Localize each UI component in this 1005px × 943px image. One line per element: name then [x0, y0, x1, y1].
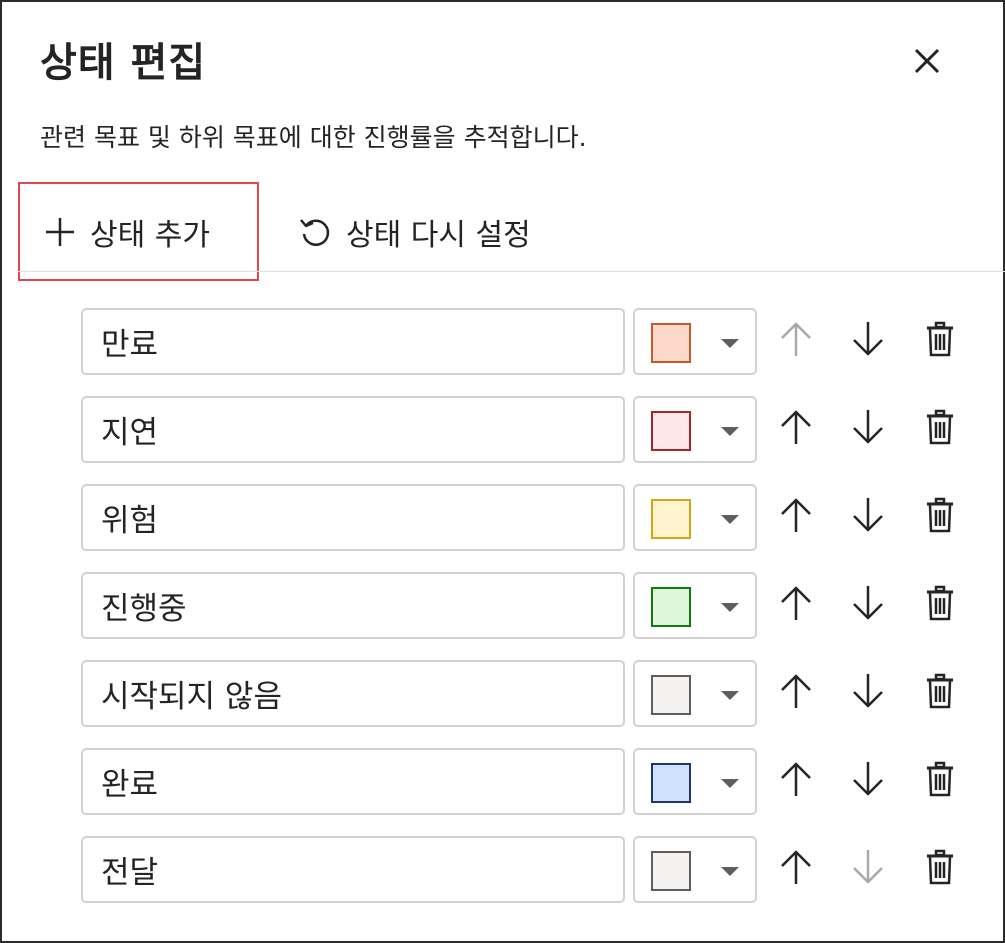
move-up-button[interactable] [773, 406, 819, 452]
color-swatch [651, 675, 691, 715]
status-color-picker[interactable] [633, 660, 757, 727]
arrow-down-icon [851, 672, 885, 714]
status-row [81, 396, 961, 463]
status-name-input[interactable] [81, 660, 625, 727]
move-up-button[interactable] [773, 582, 819, 628]
arrow-up-icon [779, 672, 813, 714]
chevron-down-icon [721, 691, 739, 700]
arrow-down-icon [851, 848, 885, 890]
trash-icon [926, 321, 954, 361]
add-status-button[interactable]: 상태 추가 [18, 182, 259, 281]
delete-status-button[interactable] [917, 406, 963, 452]
status-color-picker[interactable] [633, 484, 757, 551]
edit-status-dialog: 상태 편집 관련 목표 및 하위 목표에 대한 진행률을 추적합니다. 상태 추… [0, 0, 1005, 943]
move-up-button[interactable] [773, 846, 819, 892]
chevron-down-icon [721, 603, 739, 612]
chevron-down-icon [721, 779, 739, 788]
chevron-down-icon [721, 427, 739, 436]
color-swatch [651, 851, 691, 891]
move-down-button[interactable] [845, 406, 891, 452]
arrow-up-icon [779, 760, 813, 802]
color-swatch [651, 323, 691, 363]
delete-status-button[interactable] [917, 318, 963, 364]
dialog-subtitle: 관련 목표 및 하위 목표에 대한 진행률을 추적합니다. [40, 123, 587, 152]
status-color-picker[interactable] [633, 396, 757, 463]
color-swatch [651, 763, 691, 803]
trash-icon [926, 761, 954, 801]
status-name-input[interactable] [81, 484, 625, 551]
trash-icon [926, 849, 954, 889]
move-down-button[interactable] [845, 582, 891, 628]
move-up-button[interactable] [773, 670, 819, 716]
color-swatch [651, 587, 691, 627]
status-row [81, 836, 961, 903]
plus-icon [46, 217, 74, 246]
status-name-input[interactable] [81, 308, 625, 375]
delete-status-button[interactable] [917, 494, 963, 540]
move-up-button[interactable] [773, 494, 819, 540]
move-down-button[interactable] [845, 758, 891, 804]
move-down-button[interactable] [845, 318, 891, 364]
chevron-down-icon [721, 339, 739, 348]
status-name-input[interactable] [81, 748, 625, 815]
add-status-label: 상태 추가 [90, 217, 210, 253]
chevron-down-icon [721, 867, 739, 876]
delete-status-button[interactable] [917, 846, 963, 892]
arrow-up-icon [779, 584, 813, 626]
color-swatch [651, 499, 691, 539]
arrow-up-icon [779, 496, 813, 538]
arrow-up-icon [779, 408, 813, 450]
arrow-up-icon [779, 848, 813, 890]
delete-status-button[interactable] [917, 758, 963, 804]
status-color-picker[interactable] [633, 836, 757, 903]
move-down-button[interactable] [845, 670, 891, 716]
color-swatch [651, 411, 691, 451]
status-row [81, 660, 961, 727]
move-down-button[interactable] [845, 494, 891, 540]
status-row [81, 748, 961, 815]
status-row [81, 308, 961, 375]
delete-status-button[interactable] [917, 582, 963, 628]
arrow-down-icon [851, 320, 885, 362]
chevron-down-icon [721, 515, 739, 524]
status-row [81, 572, 961, 639]
arrow-down-icon [851, 496, 885, 538]
arrow-down-icon [851, 760, 885, 802]
trash-icon [926, 673, 954, 713]
status-color-picker[interactable] [633, 748, 757, 815]
status-row [81, 484, 961, 551]
delete-status-button[interactable] [917, 670, 963, 716]
status-name-input[interactable] [81, 396, 625, 463]
status-color-picker[interactable] [633, 572, 757, 639]
reset-status-button[interactable]: 상태 다시 설정 [298, 182, 531, 281]
trash-icon [926, 497, 954, 537]
arrow-down-icon [851, 408, 885, 450]
arrow-up-icon [779, 320, 813, 362]
status-color-picker[interactable] [633, 308, 757, 375]
close-button[interactable] [906, 40, 948, 82]
reset-status-label: 상태 다시 설정 [346, 217, 531, 253]
status-name-input[interactable] [81, 572, 625, 639]
status-name-input[interactable] [81, 836, 625, 903]
move-down-button[interactable] [845, 846, 891, 892]
dialog-title: 상태 편집 [40, 40, 207, 86]
trash-icon [926, 585, 954, 625]
arrow-down-icon [851, 584, 885, 626]
close-icon [914, 48, 940, 74]
move-up-button[interactable] [773, 758, 819, 804]
move-up-button[interactable] [773, 318, 819, 364]
undo-icon [300, 218, 330, 246]
toolbar-divider [18, 271, 1005, 272]
trash-icon [926, 409, 954, 449]
